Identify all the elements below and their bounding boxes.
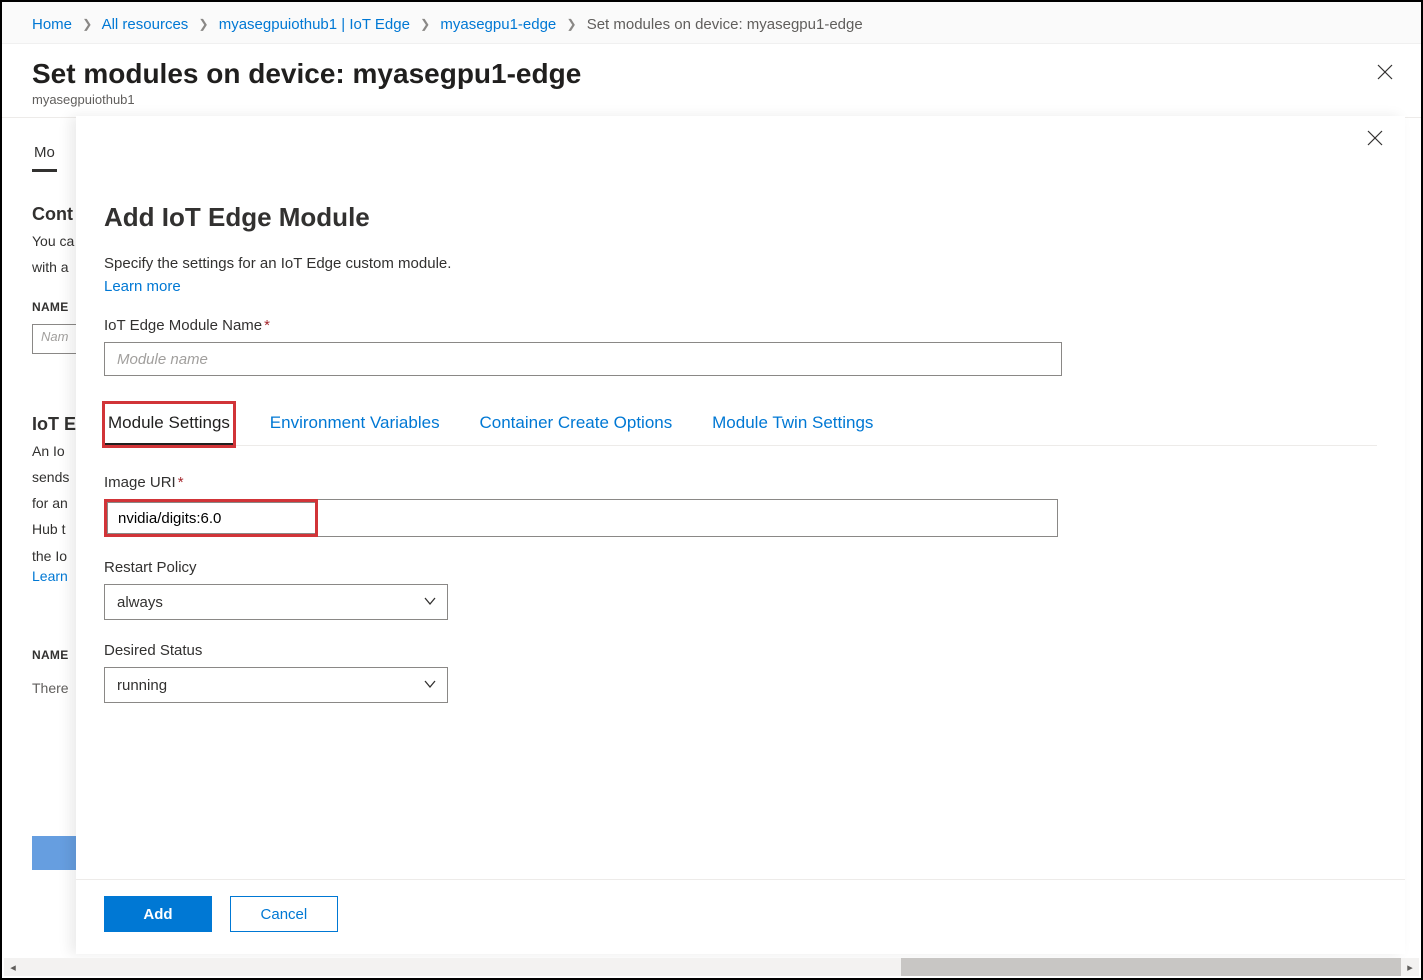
- add-button[interactable]: Add: [104, 896, 212, 932]
- scrollbar-thumb[interactable]: [901, 958, 1401, 976]
- image-uri-input[interactable]: [107, 502, 315, 534]
- tab-module-twin-settings[interactable]: Module Twin Settings: [708, 403, 877, 446]
- restart-policy-select[interactable]: always: [104, 584, 448, 620]
- tab-container-create-options[interactable]: Container Create Options: [475, 403, 676, 446]
- blade-footer: Add Cancel: [76, 879, 1405, 954]
- module-settings-tabs: Module Settings Environment Variables Co…: [104, 402, 1377, 446]
- page-header: Set modules on device: myasegpu1-edge my…: [2, 44, 1421, 118]
- restart-policy-label: Restart Policy: [104, 559, 1377, 576]
- desired-status-select[interactable]: running: [104, 667, 448, 703]
- chevron-right-icon: ❯: [420, 17, 430, 31]
- breadcrumb-all-resources[interactable]: All resources: [102, 16, 189, 33]
- bg-learn-more-link[interactable]: Learn: [32, 568, 68, 584]
- close-button[interactable]: [1377, 64, 1393, 85]
- tab-environment-variables[interactable]: Environment Variables: [266, 403, 444, 446]
- close-icon: [1377, 64, 1393, 80]
- breadcrumb-home[interactable]: Home: [32, 16, 72, 33]
- tab-module-settings[interactable]: Module Settings: [104, 403, 234, 446]
- horizontal-scrollbar[interactable]: ◂ ▸: [4, 958, 1419, 976]
- module-name-label: IoT Edge Module Name*: [104, 317, 1377, 334]
- chevron-right-icon: ❯: [566, 17, 576, 31]
- image-uri-label: Image URI*: [104, 474, 1377, 491]
- scroll-left-arrow-icon[interactable]: ◂: [4, 961, 22, 974]
- image-uri-highlight: [104, 499, 318, 537]
- cancel-button[interactable]: Cancel: [230, 896, 338, 932]
- breadcrumb-current: Set modules on device: myasegpu1-edge: [587, 16, 863, 33]
- chevron-right-icon: ❯: [82, 17, 92, 31]
- page-subtitle: myasegpuiothub1: [32, 92, 1391, 107]
- image-uri-input-extension[interactable]: [318, 499, 1058, 537]
- bg-tab-modules[interactable]: Mo: [32, 134, 57, 172]
- breadcrumb-edge-device[interactable]: myasegpu1-edge: [440, 16, 556, 33]
- page-title: Set modules on device: myasegpu1-edge: [32, 58, 1391, 90]
- breadcrumb-iothub[interactable]: myasegpuiothub1 | IoT Edge: [219, 16, 410, 33]
- blade-close-button[interactable]: [1367, 130, 1383, 149]
- learn-more-link[interactable]: Learn more: [104, 278, 181, 295]
- breadcrumb: Home ❯ All resources ❯ myasegpuiothub1 |…: [2, 2, 1421, 44]
- blade-description: Specify the settings for an IoT Edge cus…: [104, 255, 1377, 272]
- add-module-blade: Add IoT Edge Module Specify the settings…: [76, 116, 1405, 954]
- scroll-right-arrow-icon[interactable]: ▸: [1401, 961, 1419, 974]
- required-asterisk: *: [178, 474, 184, 491]
- chevron-right-icon: ❯: [198, 17, 208, 31]
- module-name-input[interactable]: [104, 342, 1062, 376]
- required-asterisk: *: [264, 317, 270, 334]
- desired-status-label: Desired Status: [104, 642, 1377, 659]
- blade-title: Add IoT Edge Module: [104, 202, 1377, 233]
- close-icon: [1367, 130, 1383, 146]
- scrollbar-track[interactable]: [22, 958, 1401, 976]
